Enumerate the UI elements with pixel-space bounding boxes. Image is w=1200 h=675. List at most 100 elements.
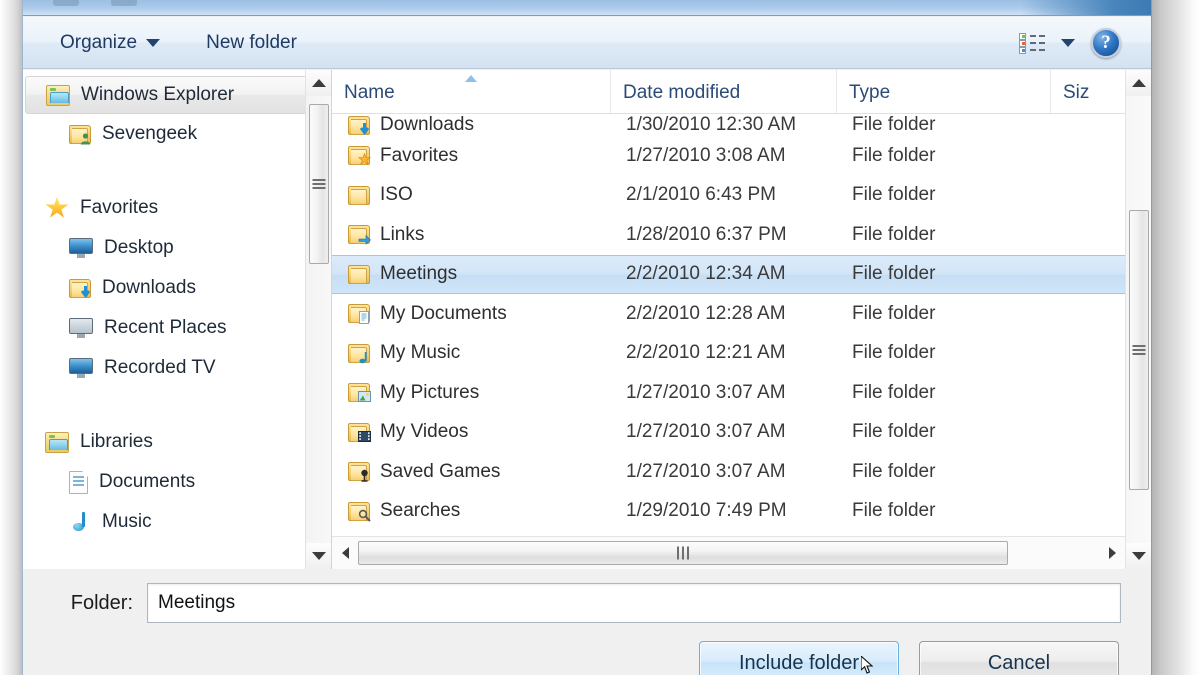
file-name-cell: Favorites [348, 145, 626, 167]
sidebar-item-desktop[interactable]: Desktop [23, 228, 331, 268]
sidebar-item-downloads[interactable]: Downloads [23, 268, 331, 308]
toolbar: Organize New folder ? [23, 17, 1151, 69]
table-row[interactable]: Favorites 1/27/2010 3:08 AM File folder [332, 136, 1151, 176]
window-shadow-left [0, 0, 22, 675]
type-cell: File folder [852, 302, 936, 324]
hscroll-right-button[interactable] [1099, 537, 1125, 570]
titlebar-nav-forward-button[interactable] [111, 0, 137, 6]
new-folder-button[interactable]: New folder [197, 28, 306, 58]
organize-label: Organize [60, 31, 138, 53]
date-modified-cell: 1/27/2010 3:08 AM [626, 144, 786, 166]
table-row[interactable]: Searches 1/29/2010 7:49 PM File folder [332, 492, 1151, 532]
column-header-date-modified[interactable]: Date modified [610, 70, 836, 113]
sidebar-item-label: Windows Explorer [81, 84, 235, 105]
navigation-scrollbar[interactable] [305, 70, 331, 569]
view-options-chevron-down-icon[interactable] [1061, 38, 1075, 47]
hscroll-thumb[interactable] [358, 540, 1008, 565]
table-row[interactable]: Saved Games 1/27/2010 3:07 AM File folder [332, 452, 1151, 492]
table-row[interactable]: My Videos 1/27/2010 3:07 AM File folder [332, 413, 1151, 453]
column-header-label: Name [344, 82, 395, 103]
column-header-name[interactable]: Name [332, 70, 610, 113]
sidebar-item-recent-places[interactable]: Recent Places [23, 308, 331, 348]
scroll-grip-icon [1132, 343, 1146, 357]
downloads-folder-icon [69, 278, 91, 298]
type-cell: File folder [852, 223, 936, 245]
cancel-button[interactable]: Cancel [919, 641, 1119, 675]
user-folder-icon [69, 124, 91, 144]
file-name-label: Saved Games [380, 460, 501, 482]
folder-input[interactable]: Meetings [147, 583, 1121, 623]
file-list-header: Name Date modified Type Siz [332, 70, 1151, 114]
file-name-label: Meetings [380, 263, 458, 285]
type-cell: File folder [852, 381, 936, 403]
nav-scroll-down-button[interactable] [306, 543, 331, 569]
triangle-right-icon [1108, 547, 1116, 559]
sidebar-item-libraries[interactable]: Libraries [23, 422, 331, 462]
sidebar-item-music[interactable]: Music [23, 502, 331, 542]
navigation-pane: Windows Explorer Sevengeek Favorites Deskto… [23, 70, 331, 569]
help-icon[interactable]: ? [1091, 27, 1121, 58]
mouse-cursor-icon [861, 656, 874, 674]
table-row[interactable]: My Pictures 1/27/2010 3:07 AM File folder [332, 373, 1151, 413]
title-bar [23, 0, 1151, 16]
sort-ascending-icon [465, 75, 477, 82]
music-folder-icon [348, 343, 370, 364]
navigation-list: Windows Explorer Sevengeek Favorites Deskto… [23, 70, 331, 542]
nav-scroll-up-button[interactable] [306, 70, 331, 96]
include-folder-button[interactable]: Include folder [699, 641, 899, 675]
table-row[interactable]: Links 1/28/2010 6:37 PM File folder [332, 215, 1151, 255]
type-cell: File folder [852, 114, 936, 135]
file-list-rows: Downloads 1/30/2010 12:30 AM File folder Fa… [332, 114, 1151, 535]
date-modified-cell: 1/28/2010 6:37 PM [626, 223, 787, 245]
favorites-folder-icon [348, 146, 371, 166]
type-cell: File folder [852, 460, 936, 482]
list-scroll-up-button[interactable] [1126, 70, 1151, 96]
document-icon [69, 470, 88, 494]
sidebar-item-favorites[interactable]: Favorites [23, 188, 331, 228]
star-icon [45, 196, 69, 218]
sidebar-item-label: Libraries [80, 431, 153, 452]
table-row[interactable]: Downloads 1/30/2010 12:30 AM File folder [332, 114, 1151, 136]
folder-picker-dialog: Organize New folder ? Windows Explorer S… [22, 0, 1152, 675]
file-list-horizontal-scrollbar[interactable] [332, 536, 1125, 569]
sidebar-item-documents[interactable]: Documents [23, 462, 331, 502]
file-name-cell: Links [348, 224, 626, 246]
nav-scroll-thumb[interactable] [309, 104, 329, 264]
videos-folder-icon [348, 422, 371, 442]
links-folder-icon [348, 225, 371, 245]
library-icon [46, 84, 70, 106]
list-scroll-thumb[interactable] [1129, 210, 1149, 490]
documents-folder-icon [348, 304, 370, 325]
sidebar-item-label: Desktop [104, 237, 174, 258]
sidebar-item-recorded-tv[interactable]: Recorded TV [23, 348, 331, 388]
file-name-cell: My Music [348, 342, 626, 364]
file-list-vertical-scrollbar[interactable] [1125, 70, 1151, 569]
table-row[interactable]: Meetings 2/2/2010 12:34 AM File folder [332, 254, 1151, 294]
sidebar-item-sevengeek[interactable]: Sevengeek [23, 114, 331, 154]
hscroll-track[interactable] [358, 537, 1099, 570]
type-cell: File folder [852, 500, 936, 522]
file-name-label: Favorites [380, 144, 459, 166]
type-cell: File folder [852, 184, 936, 206]
date-modified-cell: 1/30/2010 12:30 AM [626, 114, 797, 135]
table-row[interactable]: My Documents 2/2/2010 12:28 AM File folder [332, 294, 1151, 334]
column-header-siz[interactable]: Siz [1050, 70, 1110, 113]
hscroll-left-button[interactable] [332, 537, 358, 570]
searches-folder-icon [348, 501, 371, 522]
table-row[interactable]: My Music 2/2/2010 12:21 AM File folder [332, 334, 1151, 374]
list-scroll-down-button[interactable] [1126, 543, 1151, 569]
column-header-type[interactable]: Type [836, 70, 1050, 113]
organize-button[interactable]: Organize [51, 28, 169, 58]
table-row[interactable]: ISO 2/1/2010 6:43 PM File folder [332, 176, 1151, 216]
sidebar-item-label: Recorded TV [104, 357, 216, 378]
footer-buttons: Include folder Cancel [23, 623, 1151, 675]
type-cell: File folder [852, 263, 936, 285]
file-name-label: Downloads [380, 114, 474, 135]
date-modified-cell: 1/29/2010 7:49 PM [626, 500, 787, 522]
list-view-icon[interactable] [1019, 32, 1045, 54]
sidebar-item-windows-explorer[interactable]: Windows Explorer [25, 76, 323, 114]
sidebar-item-label: Documents [99, 471, 196, 492]
file-name-label: My Documents [380, 302, 507, 324]
titlebar-nav-back-button[interactable] [53, 0, 79, 6]
triangle-up-icon [1132, 79, 1146, 87]
